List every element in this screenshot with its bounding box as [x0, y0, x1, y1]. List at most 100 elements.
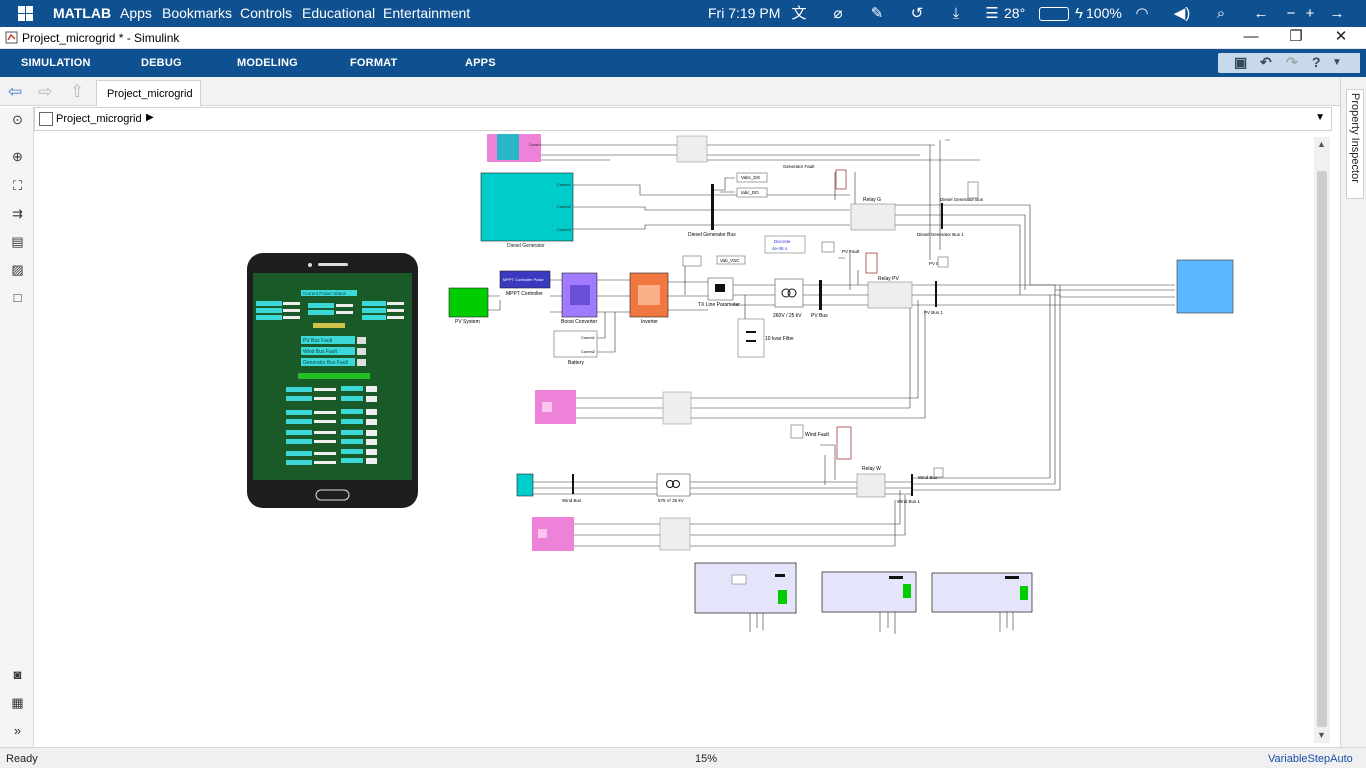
zoom-in-icon[interactable]: +: [1301, 5, 1319, 23]
forward-arrow-icon[interactable]: →: [1328, 5, 1346, 23]
vab-vsc-meter[interactable]: [682, 255, 702, 267]
address-dropdown-icon[interactable]: ▼: [1315, 112, 1325, 123]
wifi-icon[interactable]: ◠: [1133, 5, 1151, 23]
relay-pv-block[interactable]: Relay PV: [867, 276, 913, 309]
subsystem-panel-2[interactable]: [821, 571, 917, 613]
pv-fault-switch[interactable]: [865, 252, 878, 274]
volume-icon[interactable]: ◀): [1173, 5, 1191, 23]
pv-scope[interactable]: [937, 256, 949, 268]
tab-debug[interactable]: DEBUG: [141, 57, 182, 69]
scroll-down-icon[interactable]: ▼: [1317, 730, 1326, 740]
generator-fault-switch[interactable]: [835, 169, 847, 190]
hide-explorer-icon[interactable]: ⊙: [9, 111, 26, 128]
vertical-scrollbar[interactable]: ▲ ▼: [1314, 137, 1330, 743]
tab-apps[interactable]: APPS: [465, 57, 496, 69]
load-block[interactable]: [1176, 259, 1234, 314]
model-canvas[interactable]: Comm1 Comm1 Comm2 Comm3 Diesel Generator…: [35, 132, 1332, 745]
tx-line-block[interactable]: TX Line Parameter: [698, 277, 740, 308]
fit-view-icon[interactable]: ⛶: [9, 177, 26, 194]
menu-entertainment[interactable]: Entertainment: [383, 5, 470, 21]
inverter-block[interactable]: Inverter: [629, 272, 669, 325]
windows-logo-icon[interactable]: [18, 6, 33, 21]
save-icon[interactable]: ▣: [1234, 54, 1247, 71]
download-icon[interactable]: ⤓: [947, 5, 965, 23]
relay-g-block[interactable]: Relay G: [850, 197, 896, 231]
scroll-up-icon[interactable]: ▲: [1317, 139, 1326, 149]
diesel-scope[interactable]: [967, 181, 979, 199]
simulink-diagram[interactable]: Comm1 Comm1 Comm2 Comm3 Diesel Generator…: [35, 132, 1332, 745]
zoom-icon[interactable]: ⊕: [9, 148, 26, 165]
arrow-icon[interactable]: ⇉: [9, 205, 26, 222]
ribbon-tabs: SIMULATION DEBUG MODELING FORMAT APPS ▣ …: [0, 49, 1366, 77]
menu-educational[interactable]: Educational: [302, 5, 375, 21]
translate-icon[interactable]: 文: [790, 5, 808, 23]
nav-back-icon[interactable]: ⇦: [8, 82, 22, 102]
clock[interactable]: Fri 7:19 PM: [708, 5, 780, 21]
relay-w-block[interactable]: Relay W: [856, 466, 886, 498]
close-button[interactable]: ✕: [1326, 28, 1356, 48]
maximize-button[interactable]: ❐: [1281, 28, 1311, 48]
pv-bus1-bar[interactable]: [935, 281, 937, 307]
redo-icon[interactable]: ↷: [1286, 54, 1298, 71]
wind-scope[interactable]: [933, 467, 944, 478]
menu-apps[interactable]: Apps: [120, 5, 152, 21]
menu-bookmarks[interactable]: Bookmarks: [162, 5, 232, 21]
solver-link[interactable]: VariableStepAuto: [1268, 753, 1353, 765]
phone-dashboard[interactable]: Current Power Status PV Bus Fault Wind B…: [247, 253, 418, 508]
top-pink-block[interactable]: Comm1: [487, 134, 708, 163]
zoom-level[interactable]: 15%: [695, 753, 717, 765]
area-icon[interactable]: □: [9, 289, 26, 306]
pv-transformer-block[interactable]: 260V / 25 kV: [773, 278, 804, 319]
property-inspector-tab[interactable]: Property Inspector: [1346, 89, 1364, 199]
search-icon[interactable]: ⌕: [1212, 5, 1230, 23]
model-path[interactable]: Project_microgrid: [56, 113, 142, 125]
wind-bus1-bar[interactable]: [911, 474, 913, 496]
filter-block[interactable]: 10 kvar Filter: [737, 318, 794, 358]
tab-simulation[interactable]: SIMULATION: [21, 57, 91, 69]
battery-block[interactable]: Comm1 Comm2 Battery: [553, 330, 598, 366]
undo-icon[interactable]: ↶: [1260, 54, 1272, 71]
mppt-block[interactable]: MPPT Controller Pulse MPPT Controller: [499, 270, 551, 297]
wind-turbine-block[interactable]: [516, 473, 534, 497]
app-name[interactable]: MATLAB: [53, 5, 111, 21]
pen-icon[interactable]: ✎: [868, 5, 886, 23]
model-tab[interactable]: Project_microgrid: [96, 80, 201, 106]
caret-right-icon[interactable]: ▶: [146, 112, 154, 123]
subsystem-panel-3[interactable]: [931, 572, 1033, 613]
expand-icon[interactable]: »: [9, 722, 26, 739]
menu-controls[interactable]: Controls: [240, 5, 292, 21]
diesel-bus1-bar[interactable]: [941, 203, 943, 229]
zoom-out-icon[interactable]: −: [1282, 5, 1300, 23]
pv-bus-bar[interactable]: [819, 280, 822, 310]
diesel-generator-block[interactable]: Comm1 Comm2 Comm3 Diesel Generator: [480, 172, 574, 249]
annotation-icon[interactable]: ▤: [9, 233, 26, 250]
wind-bus-bar[interactable]: [572, 474, 574, 494]
tab-modeling[interactable]: MODELING: [237, 57, 298, 69]
scrollbar-thumb[interactable]: [1317, 171, 1327, 727]
back-arrow-icon[interactable]: ←: [1252, 5, 1270, 23]
wind-fault-switch[interactable]: [836, 426, 852, 460]
weather-icon[interactable]: ☰: [983, 5, 1001, 23]
image-icon[interactable]: ▨: [9, 261, 26, 278]
pink-block-2[interactable]: [535, 390, 692, 425]
boost-converter-block[interactable]: Boost Converter: [561, 272, 597, 325]
vabc-iabc-tags[interactable]: Vabc_DG Iabc_DG: [736, 172, 768, 198]
help-dropdown-icon[interactable]: ▼: [1332, 57, 1342, 68]
diesel-bus-bar[interactable]: [711, 184, 714, 230]
nav-forward-icon[interactable]: ⇨: [38, 82, 52, 102]
wind-transformer-block[interactable]: 575 V/ 25 kV: [656, 473, 691, 503]
nav-up-icon[interactable]: ⇧: [70, 82, 84, 102]
pv-fault-step[interactable]: [821, 241, 835, 253]
powergui-block[interactable]: Discrete 4e-06 s.: [764, 235, 806, 254]
wind-fault-step[interactable]: [790, 424, 804, 439]
screenshot-icon[interactable]: ◙: [9, 666, 26, 683]
model-browser-icon[interactable]: ▦: [9, 694, 26, 711]
subsystem-panel-1[interactable]: [694, 562, 797, 614]
history-icon[interactable]: ↺: [908, 5, 926, 23]
help-icon[interactable]: ?: [1312, 54, 1321, 70]
pv-system-block[interactable]: PV System: [448, 287, 489, 325]
minimize-button[interactable]: —: [1236, 28, 1266, 48]
paperclip-icon[interactable]: ⌀: [829, 5, 847, 23]
battery-icon[interactable]: [1039, 7, 1069, 21]
tab-format[interactable]: FORMAT: [350, 57, 397, 69]
